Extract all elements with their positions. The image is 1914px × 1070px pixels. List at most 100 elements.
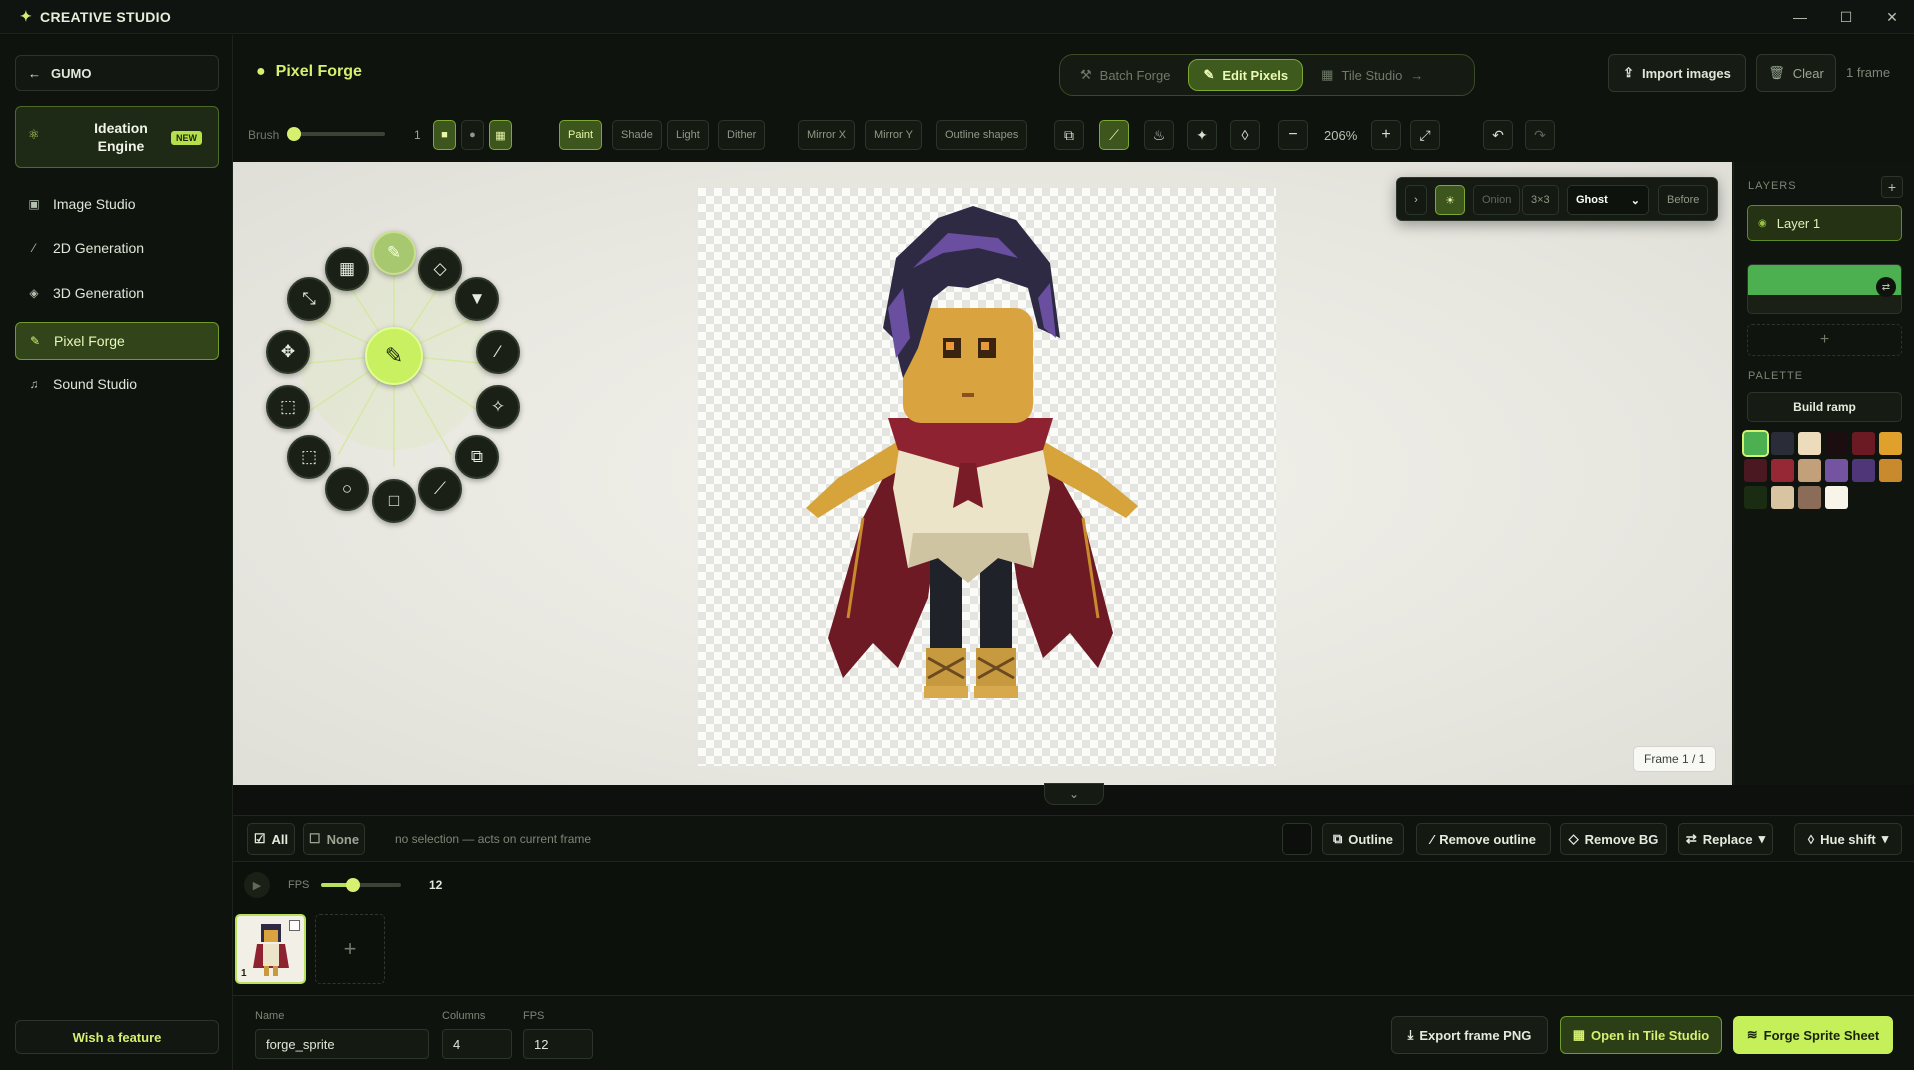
canvas-area[interactable]: ✎ ✎ ◇ ▼ ⁄ ✧ ⧉ ⟋ □ ○ ⬚ ⬚ ✥ ⤡ ▦ › ☀ Onion … bbox=[233, 162, 1732, 785]
palette-swatch[interactable] bbox=[1798, 432, 1821, 455]
palette-swatch[interactable] bbox=[1852, 459, 1875, 482]
columns-input[interactable]: 4 bbox=[442, 1029, 512, 1059]
pixel-perfect-button[interactable]: ▦ bbox=[489, 120, 512, 150]
grid-3x3-button[interactable]: 3×3 bbox=[1522, 185, 1559, 215]
sidebar-item-2d-generation[interactable]: ⁄ 2D Generation bbox=[15, 229, 219, 267]
swap-colors-icon[interactable]: ⇄ bbox=[1876, 277, 1896, 297]
zoom-in-button[interactable]: + bbox=[1371, 120, 1401, 150]
mirror-x-button[interactable]: Mirror X bbox=[798, 120, 856, 150]
palette-swatch[interactable] bbox=[1879, 432, 1902, 455]
clone-tool-button[interactable]: ⧉ bbox=[455, 435, 499, 479]
lasso-tool-button[interactable]: ⬚ bbox=[266, 385, 310, 429]
grid-tool-button[interactable]: ▦ bbox=[325, 247, 369, 291]
palette-swatch[interactable] bbox=[1879, 459, 1902, 482]
color-preview[interactable]: ⇄ bbox=[1747, 264, 1902, 314]
mirror-y-button[interactable]: Mirror Y bbox=[865, 120, 922, 150]
outline-color-swatch[interactable] bbox=[1282, 823, 1312, 855]
layer-item[interactable]: ◉ Layer 1 bbox=[1747, 205, 1902, 241]
collapse-panel-button[interactable]: ⌄ bbox=[1044, 783, 1104, 805]
add-color-button[interactable]: + bbox=[1747, 324, 1902, 356]
frame-thumbnail[interactable]: 1 bbox=[235, 914, 306, 984]
collapse-overlay-button[interactable]: › bbox=[1405, 185, 1427, 215]
palette-swatch[interactable] bbox=[1771, 432, 1794, 455]
onion-button[interactable]: Onion bbox=[1473, 185, 1521, 215]
line-tool-button[interactable]: ⟋ bbox=[1099, 120, 1129, 150]
slider-thumb[interactable] bbox=[287, 127, 301, 141]
select-none-button[interactable]: ☐ None bbox=[303, 823, 365, 855]
sidebar-item-sound-studio[interactable]: ♫ Sound Studio bbox=[15, 365, 219, 403]
sidebar-item-image-studio[interactable]: ▣ Image Studio bbox=[15, 185, 219, 223]
remove-bg-button[interactable]: ◇ Remove BG bbox=[1560, 823, 1667, 855]
forge-sprite-sheet-button[interactable]: ≋ Forge Sprite Sheet bbox=[1733, 1016, 1893, 1054]
color-drop-button[interactable]: ◊ bbox=[1230, 120, 1260, 150]
resize-tool-button[interactable]: ⤡ bbox=[287, 277, 331, 321]
mode-dither-button[interactable]: Dither bbox=[718, 120, 766, 150]
import-images-button[interactable]: ⇪ Import images bbox=[1608, 54, 1746, 92]
hue-shift-dropdown[interactable]: ◊ Hue shift ▾ bbox=[1794, 823, 1902, 855]
square-brush-button[interactable]: ■ bbox=[433, 120, 456, 150]
palette-swatch[interactable] bbox=[1798, 459, 1821, 482]
redo-button[interactable]: ↷ bbox=[1525, 120, 1555, 150]
fill-tool-button[interactable]: ♨ bbox=[1144, 120, 1174, 150]
build-ramp-button[interactable]: Build ramp bbox=[1747, 392, 1902, 422]
remove-outline-button[interactable]: ⁄ Remove outline bbox=[1416, 823, 1551, 855]
outline-button[interactable]: ⧉ Outline bbox=[1322, 823, 1404, 855]
copy-button[interactable]: ⧉ bbox=[1054, 120, 1084, 150]
palette-swatch[interactable] bbox=[1744, 486, 1767, 509]
palette-swatch[interactable] bbox=[1742, 430, 1769, 457]
outline-shapes-button[interactable]: Outline shapes bbox=[936, 120, 1028, 150]
palette-swatch[interactable] bbox=[1744, 459, 1767, 482]
brush-size-slider[interactable] bbox=[287, 127, 385, 141]
mode-shade-button[interactable]: Shade bbox=[612, 120, 662, 150]
palette-swatch[interactable] bbox=[1852, 432, 1875, 455]
sidebar-item-3d-generation[interactable]: ◈ 3D Generation bbox=[15, 274, 219, 312]
magic-wand-tool-button[interactable]: ✧ bbox=[476, 385, 520, 429]
ellipse-tool-button[interactable]: ○ bbox=[325, 467, 369, 511]
sparkle-tool-button[interactable]: ✦ bbox=[1187, 120, 1217, 150]
eyedropper-tool-button[interactable]: ⁄ bbox=[476, 330, 520, 374]
move-tool-button[interactable]: ✥ bbox=[266, 330, 310, 374]
replace-dropdown[interactable]: ⇄ Replace ▾ bbox=[1678, 823, 1773, 855]
back-button[interactable]: ← GUMO bbox=[15, 55, 219, 91]
rectangle-tool-button[interactable]: □ bbox=[372, 479, 416, 523]
line-tool-button[interactable]: ⟋ bbox=[418, 467, 462, 511]
fps-slider[interactable] bbox=[321, 878, 401, 892]
maximize-button[interactable]: ☐ bbox=[1823, 0, 1869, 34]
active-pencil-tool[interactable]: ✎ bbox=[365, 327, 423, 385]
mode-paint-button[interactable]: Paint bbox=[559, 120, 603, 150]
ghost-select[interactable]: Ghost ⌄ bbox=[1567, 185, 1649, 215]
ideation-engine-button[interactable]: ⚛ Ideation Engine NEW bbox=[15, 106, 219, 168]
pencil-tool-button[interactable]: ✎ bbox=[372, 231, 416, 275]
mode-light-button[interactable]: Light bbox=[667, 120, 709, 150]
palette-swatch[interactable] bbox=[1798, 486, 1821, 509]
sidebar-item-pixel-forge[interactable]: ✎ Pixel Forge bbox=[15, 322, 219, 360]
round-brush-button[interactable]: ● bbox=[461, 120, 484, 150]
open-tile-studio-button[interactable]: ▦ Open in Tile Studio bbox=[1560, 1016, 1722, 1054]
play-button[interactable]: ▶ bbox=[244, 872, 270, 898]
minimize-button[interactable]: — bbox=[1777, 0, 1823, 34]
undo-button[interactable]: ↶ bbox=[1483, 120, 1513, 150]
bucket-tool-button[interactable]: ▼ bbox=[455, 277, 499, 321]
select-all-button[interactable]: ☑ All bbox=[247, 823, 295, 855]
add-frame-button[interactable]: + bbox=[315, 914, 385, 984]
name-input[interactable]: forge_sprite bbox=[255, 1029, 429, 1059]
frame-select-checkbox[interactable] bbox=[289, 920, 300, 931]
tab-edit-pixels[interactable]: ✎ Edit Pixels bbox=[1188, 59, 1304, 91]
add-layer-button[interactable]: + bbox=[1881, 176, 1903, 198]
light-toggle-button[interactable]: ☀ bbox=[1435, 185, 1465, 215]
palette-swatch[interactable] bbox=[1825, 459, 1848, 482]
before-button[interactable]: Before bbox=[1658, 185, 1709, 215]
fps-slider-thumb[interactable] bbox=[346, 878, 360, 892]
sprite-canvas[interactable] bbox=[698, 188, 1276, 766]
eraser-tool-button[interactable]: ◇ bbox=[418, 247, 462, 291]
clear-button[interactable]: 🗑 Clear bbox=[1756, 54, 1836, 92]
fit-view-button[interactable]: ⤢ bbox=[1410, 120, 1440, 150]
zoom-out-button[interactable]: − bbox=[1278, 120, 1308, 150]
palette-swatch[interactable] bbox=[1771, 459, 1794, 482]
select-tool-button[interactable]: ⬚ bbox=[287, 435, 331, 479]
export-frame-png-button[interactable]: ⤓ Export frame PNG bbox=[1391, 1016, 1548, 1054]
wish-feature-button[interactable]: Wish a feature bbox=[15, 1020, 219, 1054]
palette-swatch[interactable] bbox=[1825, 432, 1848, 455]
close-button[interactable]: ✕ bbox=[1869, 0, 1914, 34]
palette-swatch[interactable] bbox=[1771, 486, 1794, 509]
